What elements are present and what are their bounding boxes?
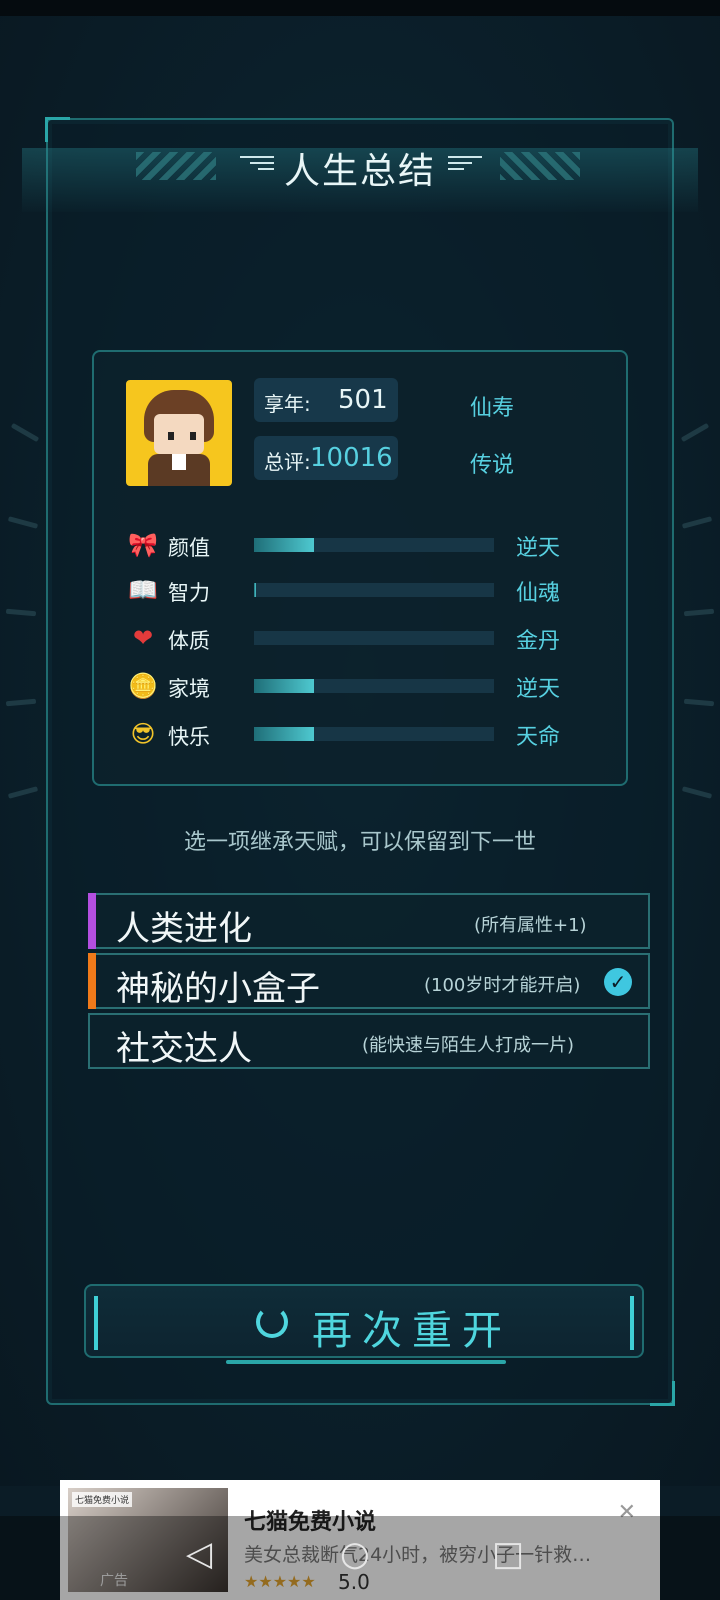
talent-color-bar <box>88 953 96 1009</box>
status-bar <box>0 0 720 16</box>
age-label: 享年: <box>264 392 311 416</box>
talent-name: 神秘的小盒子 <box>116 969 320 1009</box>
attribute-bar <box>254 631 494 645</box>
bow-icon: 🎀 <box>128 531 158 559</box>
system-nav-bar: ◁ ○ □ <box>0 1516 720 1600</box>
attribute-row: ❤ 体质 金丹 <box>126 621 596 655</box>
attribute-bar <box>254 538 494 552</box>
talent-name: 人类进化 <box>116 909 252 949</box>
score-value: 10016 <box>310 443 393 473</box>
back-icon[interactable]: ◁ <box>186 1534 212 1574</box>
attribute-rank: 逆天 <box>516 677 561 702</box>
age-rank: 仙寿 <box>470 396 515 421</box>
ad-badge: 七猫免费小说 <box>72 1492 133 1507</box>
check-icon: ✓ <box>604 968 632 996</box>
talent-desc: (能快速与陌生人打成一片) <box>362 1035 575 1056</box>
inherit-hint: 选一项继承天赋，可以保留到下一世 <box>183 830 536 855</box>
talent-option[interactable]: 人类进化 (所有属性+1) <box>88 893 650 949</box>
talent-desc: (所有属性+1) <box>474 915 587 936</box>
attribute-row: 😎 快乐 天命 <box>126 717 596 751</box>
title-decor-right <box>500 152 580 180</box>
score-label: 总评: <box>264 450 311 474</box>
button-edge <box>630 1296 634 1350</box>
attribute-label: 快乐 <box>168 725 210 749</box>
recents-icon[interactable]: □ <box>492 1534 524 1574</box>
attribute-label: 家境 <box>168 677 210 701</box>
attribute-bar <box>254 727 494 741</box>
restart-button[interactable]: 再次重开 <box>84 1284 644 1364</box>
attribute-row: 🎀 颜值 逆天 <box>126 528 596 562</box>
score-box: 总评: 10016 <box>254 436 398 480</box>
button-edge <box>94 1296 98 1350</box>
attribute-rank: 金丹 <box>516 629 561 654</box>
talent-option[interactable]: 神秘的小盒子 (100岁时才能开启) ✓ <box>88 953 650 1009</box>
sunglasses-face-icon: 😎 <box>130 720 156 748</box>
book-icon: 📖 <box>128 576 158 604</box>
refresh-icon <box>256 1306 288 1338</box>
talent-desc: (100岁时才能开启) <box>424 975 581 996</box>
title-decor-left <box>136 152 216 180</box>
attribute-bar <box>254 583 494 597</box>
attribute-label: 智力 <box>168 581 210 605</box>
attribute-rank: 仙魂 <box>516 581 561 606</box>
button-underline <box>226 1360 506 1364</box>
attribute-row: 📖 智力 仙魂 <box>126 573 596 607</box>
talent-name: 社交达人 <box>116 1029 252 1069</box>
talent-color-bar <box>88 893 96 949</box>
heart-icon: ❤ <box>132 624 154 652</box>
avatar <box>126 380 232 486</box>
attribute-row: 🪙 家境 逆天 <box>126 669 596 703</box>
score-rank: 传说 <box>470 453 515 478</box>
attribute-label: 体质 <box>168 629 210 653</box>
home-icon[interactable]: ○ <box>340 1534 370 1574</box>
age-box: 享年: 501 <box>254 378 398 422</box>
talent-option[interactable]: 社交达人 (能快速与陌生人打成一片) <box>88 1013 650 1069</box>
age-value: 501 <box>338 385 388 415</box>
attribute-bar <box>254 679 494 693</box>
attribute-rank: 天命 <box>516 725 561 750</box>
coin-icon: 🪙 <box>128 672 158 700</box>
page-title: 人生总结 <box>283 151 436 192</box>
attribute-rank: 逆天 <box>516 536 561 561</box>
attribute-label: 颜值 <box>168 536 210 560</box>
restart-label: 再次重开 <box>312 1308 512 1354</box>
